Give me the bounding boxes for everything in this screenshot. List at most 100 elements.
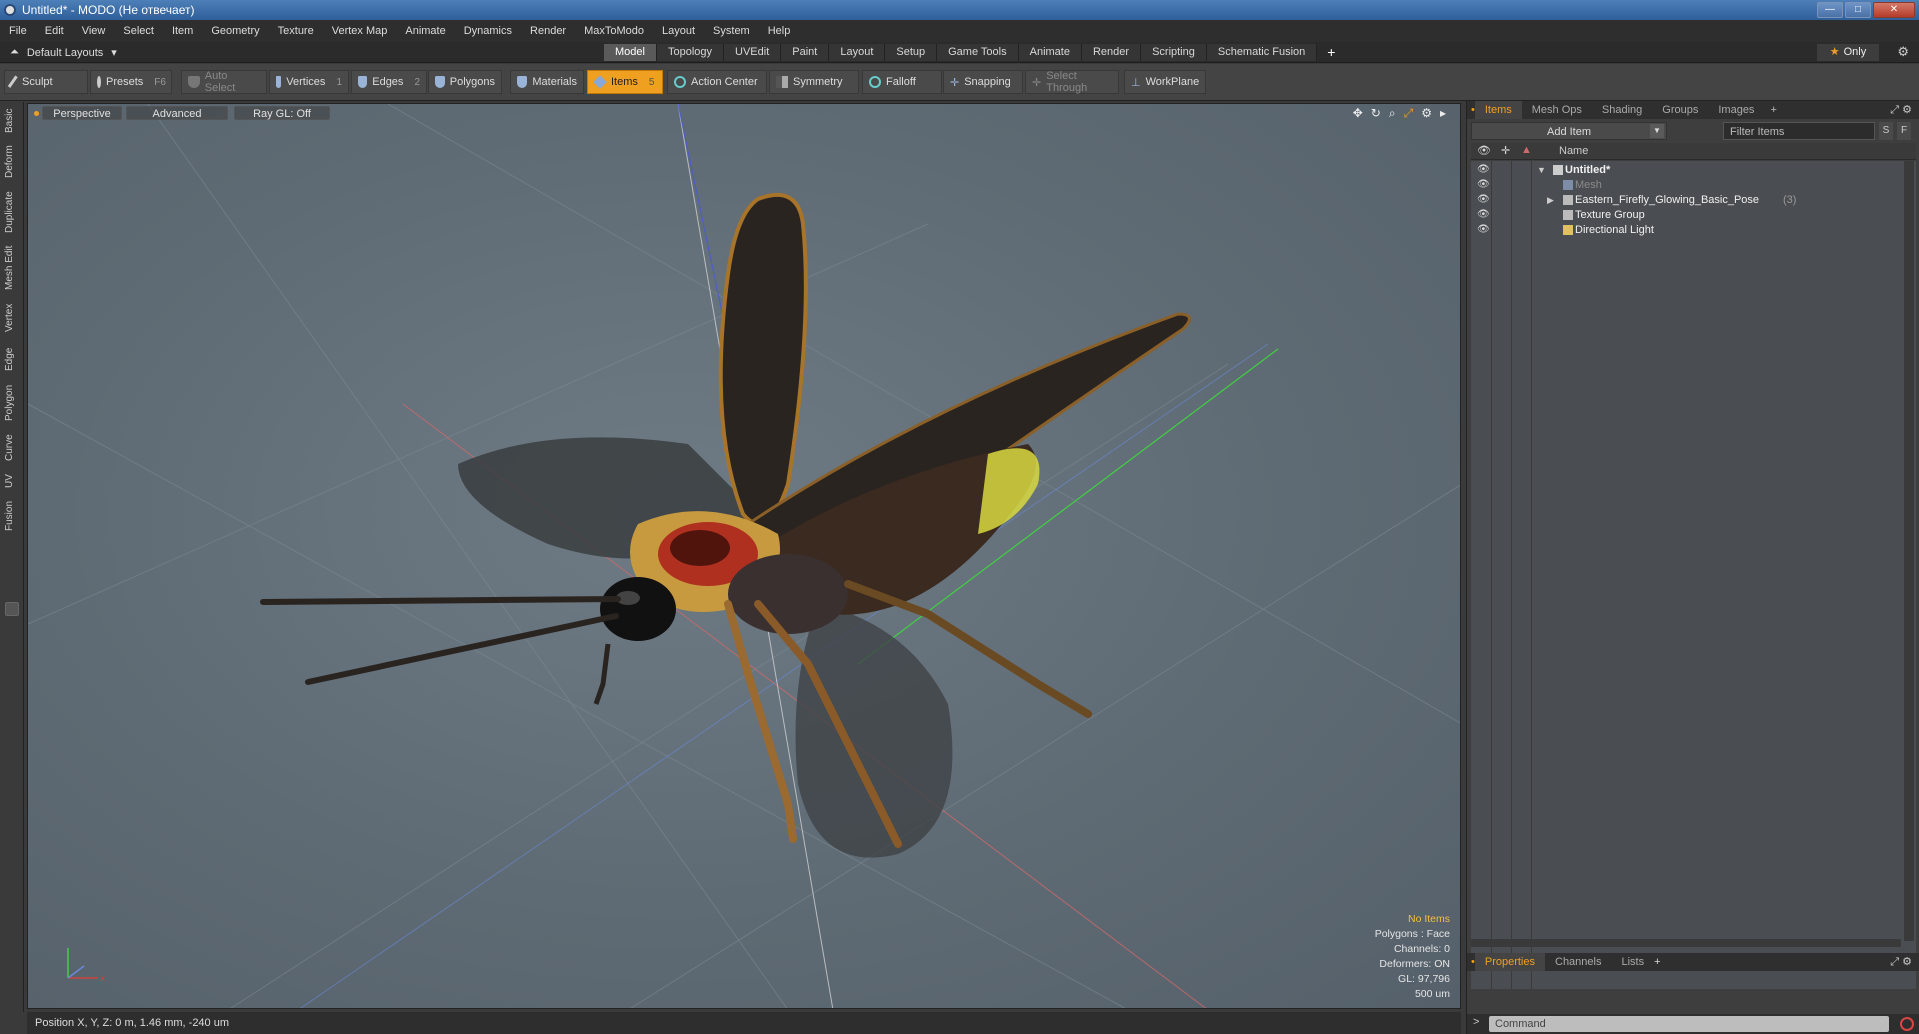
select-through-button[interactable]: ✛ Select Through (1025, 70, 1119, 94)
tab-basic[interactable]: Basic (4, 104, 20, 138)
shading-mode-button[interactable]: Advanced (126, 106, 228, 120)
symmetry-button[interactable]: Symmetry (769, 70, 859, 94)
auto-select-button[interactable]: Auto Select (181, 70, 267, 94)
menu-help[interactable]: Help (759, 25, 800, 37)
menu-edit[interactable]: Edit (36, 25, 73, 37)
tab-game-tools[interactable]: Game Tools (937, 44, 1019, 61)
tab-vertex[interactable]: Vertex (4, 298, 20, 338)
tab-properties[interactable]: Properties (1474, 953, 1545, 971)
tab-mesh-ops[interactable]: Mesh Ops (1522, 101, 1592, 119)
sculpt-button[interactable]: Sculpt (4, 70, 88, 94)
tab-uvedit[interactable]: UVEdit (724, 44, 782, 61)
tab-shading[interactable]: Shading (1592, 101, 1652, 119)
action-center-button[interactable]: Action Center (667, 70, 767, 94)
menu-texture[interactable]: Texture (269, 25, 323, 37)
viewport-settings-icon[interactable]: ⚙ (1421, 106, 1432, 121)
tab-uv[interactable]: UV (4, 470, 20, 492)
tab-layout[interactable]: Layout (829, 44, 886, 61)
menu-maxtomodo[interactable]: MaxToModo (575, 25, 653, 37)
tab-setup[interactable]: Setup (885, 44, 938, 61)
tab-lists[interactable]: Lists (1611, 953, 1654, 971)
viewport-menu-dot[interactable] (34, 111, 39, 116)
window-title: Untitled* - MODO (Не отвечает) (22, 3, 195, 17)
minimize-button[interactable]: — (1817, 2, 1843, 18)
polygons-button[interactable]: Polygons (428, 70, 502, 94)
view-mode-button[interactable]: Perspective (42, 106, 122, 120)
tab-deform[interactable]: Deform (4, 142, 20, 182)
tab-model[interactable]: Model (604, 44, 657, 61)
workplane-button[interactable]: ⊥ WorkPlane (1124, 70, 1206, 94)
items-button[interactable]: Items 5 (587, 70, 663, 94)
tab-channels[interactable]: Channels (1545, 953, 1611, 971)
tree-vertical-scrollbar[interactable] (1904, 161, 1914, 941)
tree-row-light[interactable]: 👁 Directional Light (1471, 221, 1916, 239)
fit-view-icon[interactable]: ⤢ (1404, 106, 1414, 121)
materials-button[interactable]: Materials (510, 70, 584, 94)
tab-paint[interactable]: Paint (781, 44, 830, 61)
rotate-view-icon[interactable]: ↻ (1371, 106, 1381, 121)
menu-view[interactable]: View (73, 25, 115, 37)
tab-scripting[interactable]: Scripting (1141, 44, 1207, 61)
scene-icon (1553, 165, 1563, 175)
tab-items[interactable]: Items (1474, 101, 1522, 119)
menu-render[interactable]: Render (521, 25, 575, 37)
s-button[interactable]: S (1879, 122, 1893, 140)
panel-settings-icon[interactable]: ⤢ ⚙ (1890, 103, 1912, 117)
command-input[interactable]: Command (1489, 1016, 1889, 1032)
snapping-icon: ✛ (950, 76, 960, 89)
tab-edge[interactable]: Edge (4, 342, 20, 376)
only-button[interactable]: ★ Only (1817, 44, 1879, 61)
move-view-icon[interactable]: ✥ (1353, 106, 1363, 121)
menu-dynamics[interactable]: Dynamics (455, 25, 521, 37)
add-item-button[interactable]: Add Item ▼ (1471, 122, 1667, 140)
close-button[interactable]: ✕ (1873, 2, 1915, 18)
menu-select[interactable]: Select (114, 25, 163, 37)
tab-mesh-edit[interactable]: Mesh Edit (4, 242, 20, 294)
menu-system[interactable]: System (704, 25, 759, 37)
properties-tabs: • Properties Channels Lists + ⤢ ⚙ (1467, 953, 1919, 971)
layout-selector[interactable]: ⏶ Default Layouts ▾ (4, 44, 123, 61)
zoom-view-icon[interactable]: ⌕ (1389, 106, 1396, 121)
tab-render[interactable]: Render (1081, 44, 1142, 61)
tab-curve[interactable]: Curve (4, 430, 20, 466)
menu-animate[interactable]: Animate (396, 25, 454, 37)
tab-polygon[interactable]: Polygon (4, 380, 20, 426)
viewport-expand-icon[interactable]: ▸ (1440, 106, 1446, 121)
eye-icon[interactable]: 👁 (1477, 221, 1490, 239)
menu-vertex-map[interactable]: Vertex Map (323, 25, 397, 37)
add-properties-tab-icon[interactable]: + (1654, 956, 1660, 968)
maximize-button[interactable]: □ (1845, 2, 1871, 18)
record-icon[interactable] (1900, 1017, 1914, 1031)
tab-animate[interactable]: Animate (1018, 44, 1082, 61)
polygons-icon (435, 76, 445, 88)
tab-schematic-fusion[interactable]: Schematic Fusion (1206, 44, 1318, 61)
menu-geometry[interactable]: Geometry (202, 25, 268, 37)
raygl-button[interactable]: Ray GL: Off (234, 106, 330, 120)
f-button[interactable]: F (1897, 122, 1911, 140)
tab-duplicate[interactable]: Duplicate (4, 186, 20, 238)
menu-layout[interactable]: Layout (653, 25, 704, 37)
vertices-button[interactable]: Vertices 1 (269, 70, 349, 94)
add-tab-icon[interactable]: + (1317, 44, 1345, 61)
sculpt-label: Sculpt (22, 76, 53, 88)
edges-button[interactable]: Edges 2 (351, 70, 427, 94)
presets-button[interactable]: Presets F6 (90, 70, 172, 94)
filter-items-input[interactable]: Filter Items (1723, 122, 1875, 140)
tab-images[interactable]: Images (1708, 101, 1764, 119)
tab-fusion[interactable]: Fusion (4, 496, 20, 536)
tab-groups[interactable]: Groups (1652, 101, 1708, 119)
snapping-button[interactable]: ✛ Snapping (943, 70, 1023, 94)
properties-settings-icon[interactable]: ⤢ ⚙ (1890, 955, 1912, 969)
tab-topology[interactable]: Topology (656, 44, 725, 61)
name-column-header[interactable]: Name (1559, 145, 1588, 157)
menu-item[interactable]: Item (163, 25, 202, 37)
add-item-label: Add Item (1546, 126, 1592, 138)
falloff-button[interactable]: Falloff (862, 70, 942, 94)
3d-viewport[interactable]: Perspective Advanced Ray GL: Off ✥ ↻ ⌕ ⤢… (27, 103, 1461, 1009)
add-panel-tab-icon[interactable]: + (1764, 104, 1782, 116)
chevron-down-icon[interactable]: ▼ (1650, 124, 1664, 138)
tree-horizontal-scrollbar[interactable] (1471, 939, 1901, 947)
gear-icon[interactable]: ⚙ (1897, 44, 1909, 60)
palette-toggle-button[interactable] (5, 602, 19, 616)
menu-file[interactable]: File (0, 25, 36, 37)
